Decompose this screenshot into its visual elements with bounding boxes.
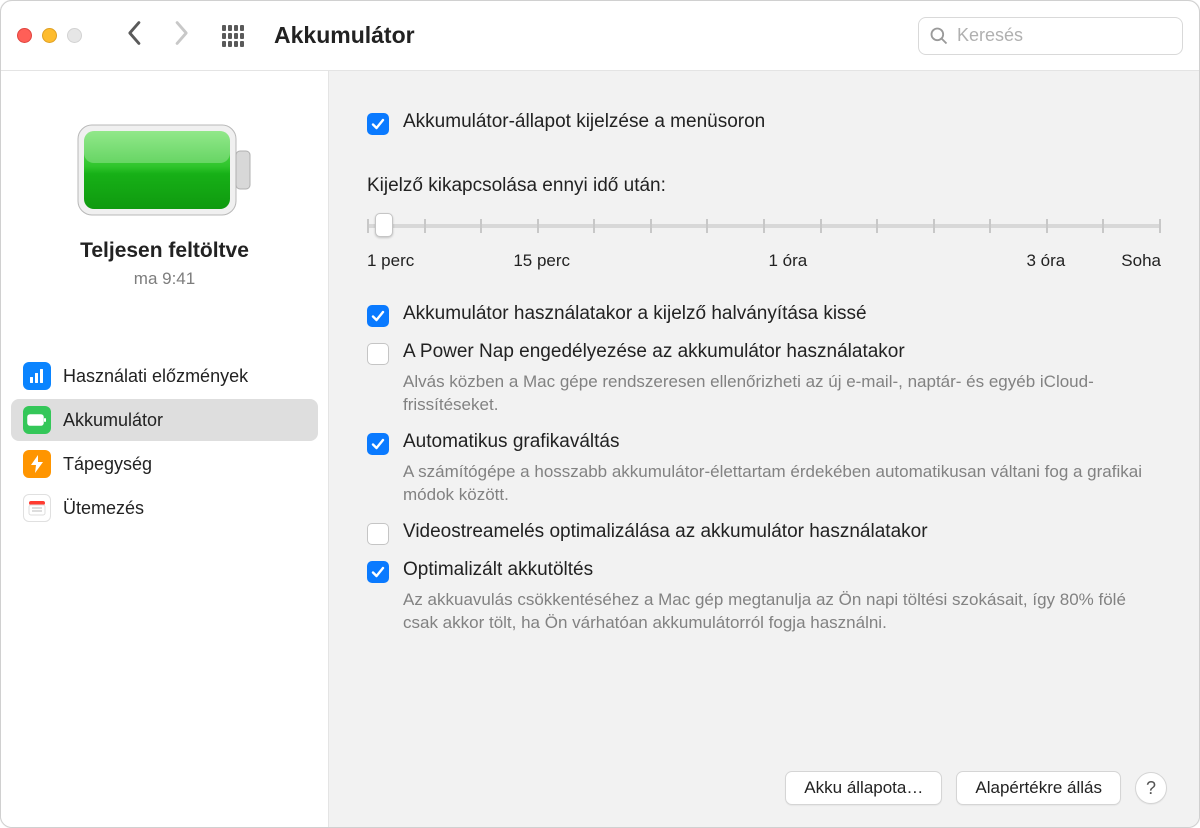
checkbox-video-stream-opt[interactable]: [367, 523, 389, 545]
maximize-button: [67, 28, 82, 43]
option-label: Automatikus grafikaváltás: [403, 431, 620, 453]
titlebar: Akkumulátor: [1, 1, 1199, 71]
nav-arrows: [126, 20, 190, 51]
checkbox-power-nap[interactable]: [367, 343, 389, 365]
battery-status: Teljesen feltöltve: [11, 239, 318, 263]
main-panel: Akkumulátor-állapot kijelzése a menüsoro…: [329, 71, 1199, 827]
slider-tick-labels: 1 perc 15 perc 1 óra 3 óra Soha: [367, 251, 1161, 273]
battery-illustration: [11, 123, 318, 217]
chart-icon: [23, 362, 51, 390]
option-label: Optimalizált akkutöltés: [403, 559, 593, 581]
display-sleep-slider-section: Kijelző kikapcsolása ennyi idő után: 1 p…: [367, 175, 1161, 273]
checkbox-optimized-charging[interactable]: [367, 561, 389, 583]
sidebar-item-schedule[interactable]: Ütemezés: [11, 487, 318, 529]
option-auto-graphics[interactable]: Automatikus grafikaváltás: [367, 431, 1161, 455]
search-field[interactable]: [918, 17, 1183, 55]
bottom-button-bar: Akku állapota… Alapértékre állás ?: [361, 771, 1167, 805]
checkbox-auto-graphics[interactable]: [367, 433, 389, 455]
search-icon: [929, 26, 949, 46]
option-description: Alvás közben a Mac gépe rendszeresen ell…: [367, 371, 1161, 417]
checkbox-dim-on-battery[interactable]: [367, 305, 389, 327]
option-optimized-charging[interactable]: Optimalizált akkutöltés: [367, 559, 1161, 583]
sidebar: Teljesen feltöltve ma 9:41 Használati el…: [1, 71, 329, 827]
battery-status-time: ma 9:41: [11, 269, 318, 289]
option-label: Videostreamelés optimalizálása az akkumu…: [403, 521, 928, 543]
sidebar-item-label: Tápegység: [63, 454, 152, 475]
sidebar-item-label: Használati előzmények: [63, 366, 248, 387]
option-dim-on-battery[interactable]: Akkumulátor használatakor a kijelző halv…: [367, 303, 1161, 327]
forward-button: [172, 20, 190, 51]
window-controls: [17, 28, 82, 43]
minimize-button[interactable]: [42, 28, 57, 43]
sidebar-item-label: Akkumulátor: [63, 410, 163, 431]
option-description: Az akkuavulás csökkentéséhez a Mac gép m…: [367, 589, 1161, 635]
search-input[interactable]: [957, 25, 1189, 46]
option-video-stream-opt[interactable]: Videostreamelés optimalizálása az akkumu…: [367, 521, 1161, 545]
option-show-menubar[interactable]: Akkumulátor-állapot kijelzése a menüsoro…: [367, 111, 1161, 135]
option-description: A számítógépe a hosszabb akkumulátor-éle…: [367, 461, 1161, 507]
option-label: Akkumulátor-állapot kijelzése a menüsoro…: [403, 111, 765, 133]
sidebar-nav: Használati előzmények Akkumulátor Tápegy…: [11, 355, 318, 529]
battery-health-button[interactable]: Akku állapota…: [785, 771, 942, 805]
restore-defaults-button[interactable]: Alapértékre állás: [956, 771, 1121, 805]
help-button[interactable]: ?: [1135, 772, 1167, 804]
window-title: Akkumulátor: [274, 22, 415, 49]
preferences-window: Akkumulátor: [0, 0, 1200, 828]
slider-title: Kijelző kikapcsolása ennyi idő után:: [367, 175, 1161, 197]
sidebar-item-power-adapter[interactable]: Tápegység: [11, 443, 318, 485]
display-sleep-slider[interactable]: [367, 213, 1161, 237]
bolt-icon: [23, 450, 51, 478]
checkbox-show-menubar[interactable]: [367, 113, 389, 135]
sidebar-item-battery[interactable]: Akkumulátor: [11, 399, 318, 441]
calendar-icon: [23, 494, 51, 522]
sidebar-item-usage-history[interactable]: Használati előzmények: [11, 355, 318, 397]
option-label: Akkumulátor használatakor a kijelző halv…: [403, 303, 867, 325]
option-label: A Power Nap engedélyezése az akkumulátor…: [403, 341, 905, 363]
battery-icon: [23, 406, 51, 434]
slider-thumb[interactable]: [375, 213, 393, 237]
back-button[interactable]: [126, 20, 144, 51]
close-button[interactable]: [17, 28, 32, 43]
show-all-icon[interactable]: [222, 25, 244, 47]
option-power-nap[interactable]: A Power Nap engedélyezése az akkumulátor…: [367, 341, 1161, 365]
sidebar-item-label: Ütemezés: [63, 498, 144, 519]
